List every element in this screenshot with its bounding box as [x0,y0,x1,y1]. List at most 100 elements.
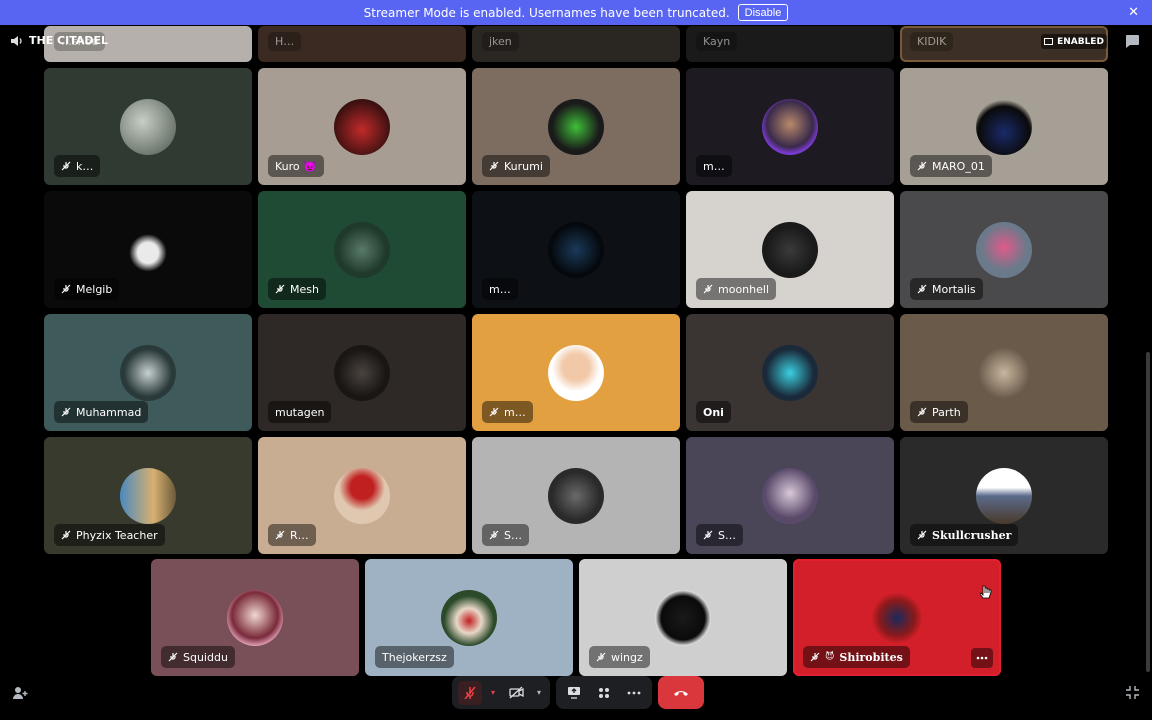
mic-toggle-button[interactable] [458,680,482,705]
participant-avatar [120,344,176,401]
mic-muted-icon [917,530,927,540]
disconnect-button[interactable] [658,676,704,709]
participant-tile[interactable]: Oni [686,314,894,431]
participant-tile[interactable]: Kurumi [472,68,680,185]
participant-name-tag: m… [482,401,533,423]
participant-avatar [976,344,1032,401]
participant-tile[interactable]: R… [258,437,466,554]
mic-muted-icon [596,652,606,662]
participant-name-tag: Oni [696,401,731,423]
streamer-mode-badge: ENABLED [1041,34,1107,49]
channel-header[interactable]: THE CITADEL [10,34,108,47]
mic-muted-icon [61,161,71,171]
participant-tile[interactable]: MARO_01 [900,68,1108,185]
participant-name-tag: k… [54,155,101,177]
participant-name-tag: m… [696,155,732,177]
devil-emoji-icon: 😈 [825,652,835,662]
camera-options-caret[interactable]: ▾ [534,681,544,705]
camera-toggle-button[interactable] [504,681,528,705]
participant-tile[interactable]: S… [686,437,894,554]
participant-tile[interactable]: Squiddu [151,559,359,676]
participant-tile[interactable]: H… [258,26,466,62]
participant-name-tag: Skullcrusher [910,524,1019,546]
screen-share-button[interactable] [562,681,586,705]
participant-name-tag: moonhell [696,278,776,300]
participant-tile[interactable]: Skullcrusher [900,437,1108,554]
end-call-icon [674,690,688,696]
participant-tile[interactable]: moonhell [686,191,894,308]
participant-avatar [334,98,390,155]
invite-people-icon[interactable] [12,685,28,701]
participant-avatar [548,98,604,155]
scrollbar-thumb[interactable] [1146,352,1150,672]
participant-tile[interactable]: m… [472,314,680,431]
participant-avatar [762,467,818,524]
mic-muted-icon [61,284,71,294]
participant-name-tag: Muhammad [54,401,149,423]
participant-avatar [762,98,818,155]
participant-name-tag: Mesh [268,278,326,300]
more-options-button[interactable] [622,681,646,705]
participant-tile[interactable]: Melgib [44,191,252,308]
mouse-cursor-icon [980,585,992,599]
participant-avatar [762,221,818,278]
voice-call-window: Streamer Mode is enabled. Usernames have… [0,0,1152,720]
participant-name-tag: R… [268,524,316,546]
participant-tile[interactable]: Kayn [686,26,894,62]
participant-avatar [869,589,925,646]
participant-tile[interactable]: Mesh [258,191,466,308]
participant-tile[interactable]: wingz [579,559,787,676]
participant-tile[interactable]: k… [44,68,252,185]
mic-muted-icon [917,407,927,417]
participant-tile[interactable]: Parth [900,314,1108,431]
participant-tile[interactable]: Phyzix Teacher [44,437,252,554]
participant-tile[interactable]: m… [472,191,680,308]
participant-tile[interactable]: jken [472,26,680,62]
participant-name-tag: jken [482,32,519,51]
channel-name: THE CITADEL [29,34,109,47]
mic-muted-icon [703,530,713,540]
participant-avatar [655,589,711,646]
activities-button[interactable] [592,681,616,705]
mic-muted-icon [489,530,499,540]
streamer-mode-banner: Streamer Mode is enabled. Usernames have… [0,0,1152,25]
participant-tile[interactable]: mutagen [258,314,466,431]
speaker-icon [11,35,22,46]
mic-muted-icon [275,530,285,540]
participant-tile[interactable]: S… [472,437,680,554]
participant-avatar [976,98,1032,155]
participant-name-tag: Mortalis [910,278,983,300]
participant-name-tag: S… [482,524,529,546]
participant-avatar [976,221,1032,278]
participant-tile[interactable]: Kuro 👿 [258,68,466,185]
participant-tile[interactable]: Mortalis [900,191,1108,308]
tile-more-button[interactable] [971,648,993,668]
mic-muted-icon [917,161,927,171]
participant-tile[interactable]: Thejokerzsz [365,559,573,676]
disable-streamer-mode-button[interactable]: Disable [737,4,789,21]
more-icon [976,656,988,660]
share-activity-group [556,676,652,709]
participant-name-tag: Thejokerzsz [375,646,454,668]
participant-tile[interactable]: m… [686,68,894,185]
mic-options-caret[interactable]: ▾ [488,681,498,705]
participant-avatar [120,98,176,155]
participant-avatar [548,344,604,401]
participant-name-tag: S… [696,524,743,546]
activities-icon [599,687,609,698]
participant-name-tag: Kuro 👿 [268,155,324,177]
participant-name-tag: 😈 Shirobites [803,646,910,668]
participant-name-tag: MARO_01 [910,155,992,177]
participant-name-tag: Parth [910,401,968,423]
participant-avatar [334,221,390,278]
close-banner-icon[interactable]: ✕ [1128,5,1139,20]
participant-name-tag: mutagen [268,401,332,423]
banner-message: Streamer Mode is enabled. Usernames have… [363,5,730,20]
exit-fullscreen-icon[interactable] [1125,685,1140,700]
more-icon [627,691,641,694]
participant-avatar [976,467,1032,524]
participant-name-tag: Kayn [696,32,738,51]
participant-tile-self[interactable]: 😈 Shirobites [793,559,1001,676]
participant-tile[interactable]: Muhammad [44,314,252,431]
chat-icon[interactable] [1124,34,1140,48]
